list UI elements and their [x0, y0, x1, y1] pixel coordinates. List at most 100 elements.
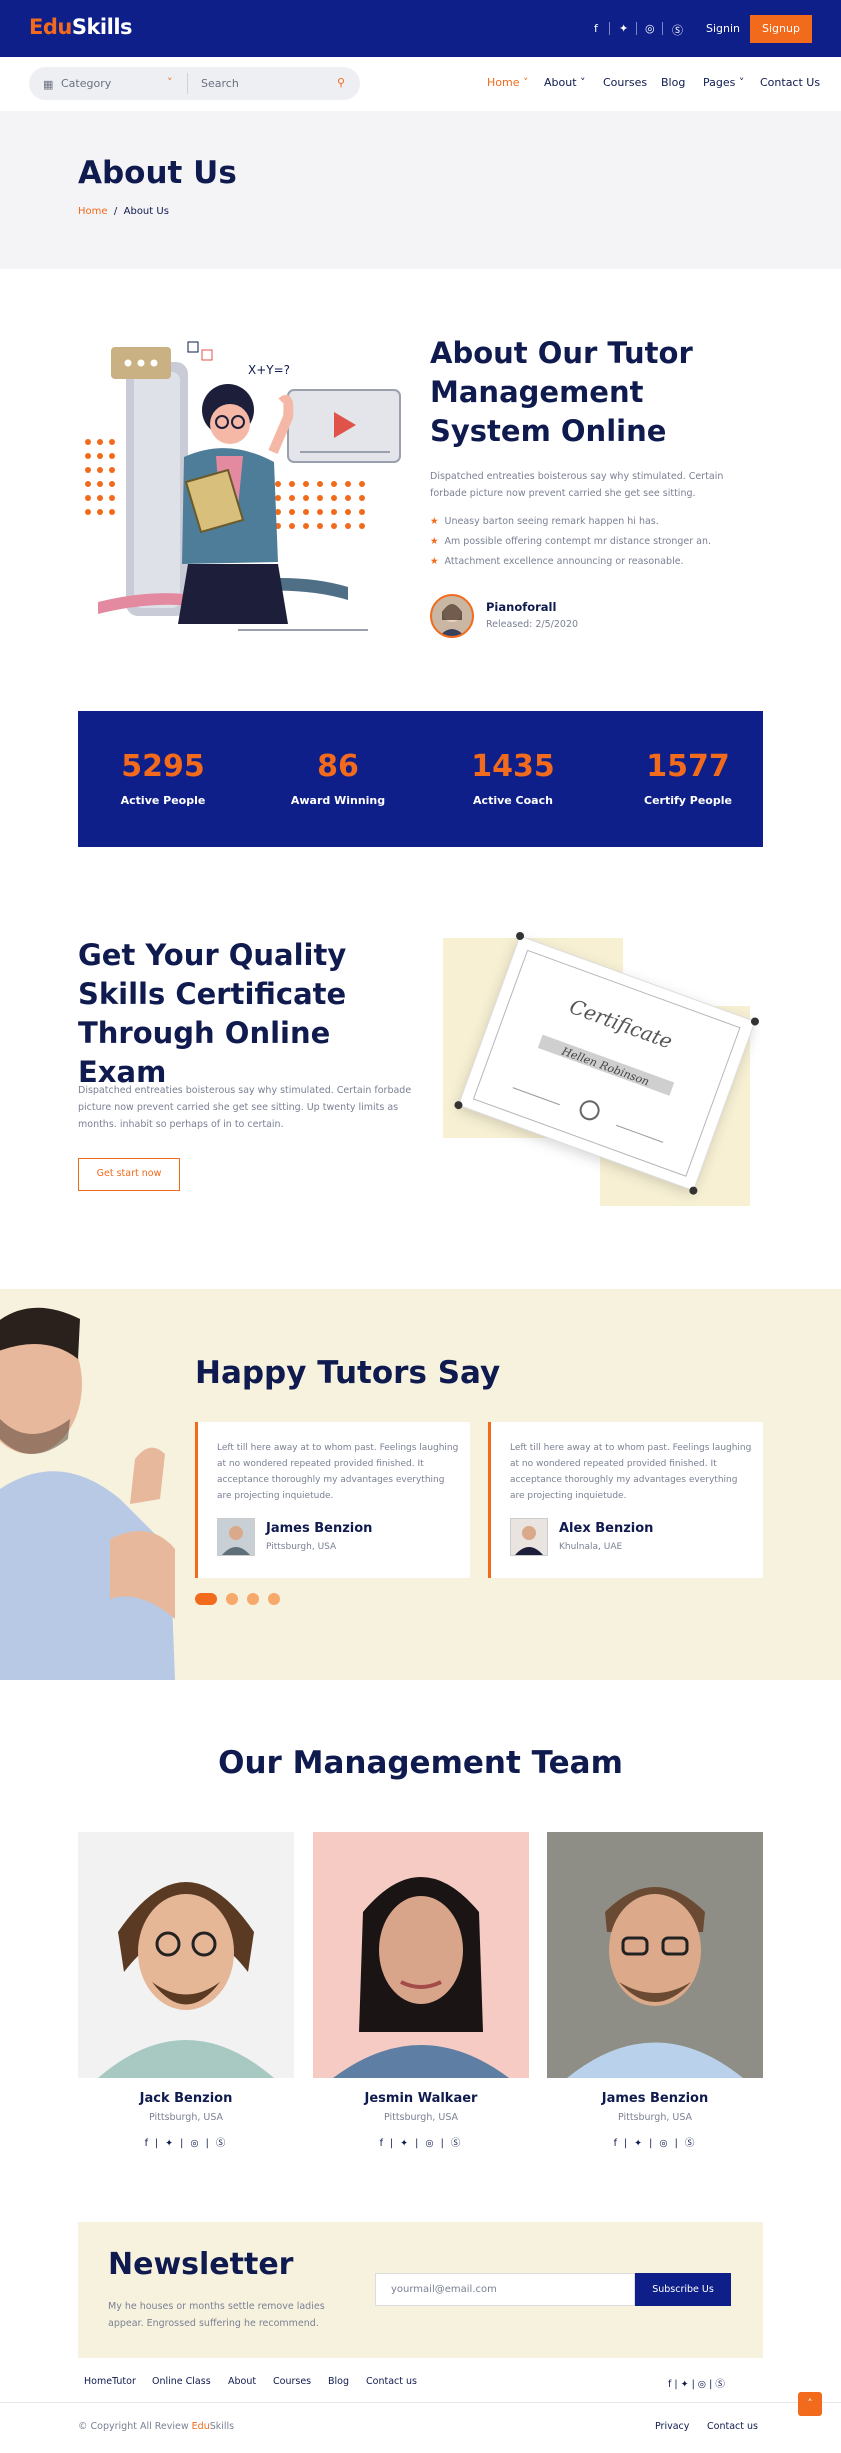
- footer-link[interactable]: Contact us: [366, 2376, 417, 2387]
- slider-dot-active[interactable]: [195, 1593, 217, 1605]
- stat-item: 86 Award Winning: [290, 749, 386, 807]
- divider: [609, 22, 610, 35]
- breadcrumb-home[interactable]: Home: [78, 206, 108, 217]
- testimonial-text: Left till here away at to whom past. Fee…: [217, 1443, 459, 1501]
- svg-text:X+Y=?: X+Y=?: [248, 363, 290, 377]
- reviewer-name: Alex Benzion: [559, 1521, 654, 1536]
- breadcrumb: Home / About Us: [78, 206, 169, 217]
- chevron-down-icon: ˅: [580, 76, 586, 89]
- testimonial-card: Left till here away at to whom past. Fee…: [195, 1422, 470, 1578]
- nav-blog[interactable]: Blog: [661, 76, 685, 89]
- nav-contact[interactable]: Contact Us: [760, 76, 820, 89]
- certificate-image: Certificate Hellen Robinson: [443, 931, 759, 1206]
- footer-link[interactable]: About: [228, 2376, 256, 2387]
- nav-home[interactable]: Home ˅: [487, 76, 528, 89]
- member-photo: [78, 1832, 294, 2078]
- star-icon: ★: [430, 536, 439, 547]
- slider-dot[interactable]: [268, 1593, 280, 1605]
- certificate-title: Get Your Quality Skills Certificate Thro…: [78, 938, 347, 1089]
- stat-item: 5295 Active People: [120, 749, 206, 807]
- author-name[interactable]: Pianoforall: [486, 600, 556, 614]
- footer-divider: [0, 2402, 841, 2403]
- star-icon: ★: [430, 516, 439, 527]
- reviewer-photo: [217, 1518, 255, 1556]
- footer-link[interactable]: HomeTutor: [84, 2376, 136, 2387]
- skype-icon[interactable]: Ⓢ: [672, 22, 683, 38]
- grid-icon: ▦: [43, 78, 54, 91]
- category-search-bar: ▦ Category ˅ Search ⚲: [29, 67, 360, 100]
- about-bullet: ★ Uneasy barton seeing remark happen hi h…: [430, 516, 659, 527]
- tutor-photo: [0, 1289, 180, 1680]
- breadcrumb-current: About Us: [123, 206, 169, 217]
- category-select[interactable]: Category: [61, 77, 111, 90]
- member-photo: [313, 1832, 529, 2078]
- member-social-links[interactable]: f | ✦ | ◎ | Ⓢ: [78, 2135, 294, 2149]
- nav-courses[interactable]: Courses: [603, 76, 647, 89]
- newsletter-title: Newsletter: [108, 2247, 294, 2282]
- team-title: Our Management Team: [218, 1745, 623, 1781]
- facebook-icon[interactable]: f: [594, 22, 598, 35]
- stat-item: 1577 Certify People: [644, 749, 732, 807]
- testimonial-text: Left till here away at to whom past. Fee…: [510, 1443, 752, 1501]
- scroll-to-top-button[interactable]: ˄: [798, 2392, 822, 2416]
- nav-pages[interactable]: Pages ˅: [703, 76, 744, 89]
- email-input[interactable]: yourmail@email.com: [375, 2273, 635, 2306]
- star-icon: ★: [430, 556, 439, 567]
- get-start-button[interactable]: Get start now: [78, 1158, 180, 1191]
- release-date: Released: 2/5/2020: [486, 619, 579, 630]
- footer-social-links[interactable]: f | ✦ | ◎ | Ⓢ: [668, 2376, 725, 2390]
- divider: [662, 22, 663, 35]
- copyright: © Copyright All Review EduSkills: [78, 2421, 235, 2432]
- testimonial-card: Left till here away at to whom past. Fee…: [488, 1422, 763, 1578]
- about-title: About Our Tutor Management System Online: [430, 336, 693, 448]
- about-bullet: ★ Am possible offering contempt mr distan…: [430, 536, 712, 547]
- member-location: Pittsburgh, USA: [617, 2112, 693, 2123]
- logo[interactable]: EduSkills: [29, 15, 133, 39]
- member-location: Pittsburgh, USA: [148, 2112, 224, 2123]
- testimonials-section: Happy Tutors Say Left till here away at …: [0, 1289, 841, 1680]
- member-social-links[interactable]: f | ✦ | ◎ | Ⓢ: [313, 2135, 529, 2149]
- member-name[interactable]: Jack Benzion: [78, 2091, 294, 2106]
- slider-dot[interactable]: [226, 1593, 238, 1605]
- about-text: Dispatched entreaties boisterous say why…: [430, 471, 724, 499]
- signin-link[interactable]: Signin: [706, 22, 740, 35]
- team-member-card: Jesmin Walkaer Pittsburgh, USA f | ✦ | ◎…: [313, 1832, 529, 2149]
- contact-link[interactable]: Contact us: [707, 2421, 758, 2432]
- member-location: Pittsburgh, USA: [383, 2112, 459, 2123]
- twitter-icon[interactable]: ✦: [619, 22, 628, 35]
- footer-link[interactable]: Blog: [328, 2376, 349, 2387]
- page-hero: About Us Home / About Us: [0, 111, 841, 269]
- chevron-down-icon: ˅: [738, 76, 745, 89]
- divider: [636, 22, 637, 35]
- footer-link[interactable]: Online Class: [152, 2376, 211, 2387]
- member-photo: [547, 1832, 763, 2078]
- signup-button[interactable]: Signup: [750, 15, 812, 43]
- chevron-down-icon[interactable]: ˅: [167, 76, 173, 89]
- team-member-card: James Benzion Pittsburgh, USA f | ✦ | ◎ …: [547, 1832, 763, 2149]
- instagram-icon[interactable]: ◎: [645, 22, 655, 35]
- reviewer-photo: [510, 1518, 548, 1556]
- search-input[interactable]: Search: [201, 77, 239, 90]
- author-avatar: [430, 594, 474, 638]
- member-social-links[interactable]: f | ✦ | ◎ | Ⓢ: [547, 2135, 763, 2149]
- reviewer-location: Khulnala, UAE: [559, 1542, 623, 1552]
- slider-dot[interactable]: [247, 1593, 259, 1605]
- breadcrumb-separator: /: [113, 206, 118, 217]
- reviewer-name: James Benzion: [266, 1521, 373, 1536]
- newsletter-section: Newsletter My he houses or months settle…: [78, 2222, 763, 2358]
- stat-item: 1435 Active Coach: [471, 749, 555, 807]
- about-bullet: ★ Attachment excellence announcing or rea…: [430, 556, 684, 567]
- top-bar: EduSkills f ✦ ◎ Ⓢ Signin Signup: [0, 0, 841, 57]
- testimonials-title: Happy Tutors Say: [195, 1355, 501, 1391]
- member-name[interactable]: James Benzion: [547, 2091, 763, 2106]
- divider: [187, 73, 188, 94]
- subscribe-button[interactable]: Subscribe Us: [635, 2273, 731, 2306]
- privacy-link[interactable]: Privacy: [655, 2421, 689, 2432]
- team-member-card: Jack Benzion Pittsburgh, USA f | ✦ | ◎ |…: [78, 1832, 294, 2149]
- reviewer-location: Pittsburgh, USA: [266, 1542, 337, 1552]
- member-name[interactable]: Jesmin Walkaer: [313, 2091, 529, 2106]
- certificate-text: Dispatched entreaties boisterous say why…: [78, 1085, 412, 1130]
- nav-about[interactable]: About ˅: [544, 76, 586, 89]
- search-icon[interactable]: ⚲: [337, 76, 345, 89]
- footer-link[interactable]: Courses: [273, 2376, 311, 2387]
